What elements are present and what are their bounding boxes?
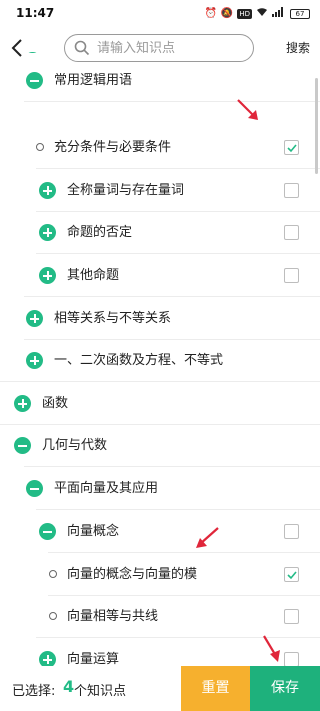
signal-icon <box>272 7 286 21</box>
scrollbar[interactable] <box>315 78 318 174</box>
divider <box>48 552 320 553</box>
divider <box>24 466 320 467</box>
expand-icon[interactable] <box>39 267 56 284</box>
tree-row[interactable]: 一、二次函数及方程、不等式 <box>0 340 320 382</box>
tree-row[interactable]: 常用逻辑用语 <box>0 60 320 102</box>
tree-row[interactable]: 全称量词与存在量词 <box>0 170 320 212</box>
annotation-arrow-icon <box>237 99 258 120</box>
tree-row[interactable]: 函数 <box>0 383 320 425</box>
checkbox[interactable] <box>284 268 299 283</box>
tree-row[interactable]: 向量概念 <box>0 511 320 553</box>
checkbox-checked[interactable] <box>284 567 299 582</box>
divider <box>24 101 320 102</box>
tree-item-label: 充分条件与必要条件 <box>54 140 172 155</box>
collapse-icon <box>24 52 41 53</box>
annotation-arrow-icon <box>263 635 280 662</box>
expand-icon[interactable] <box>39 182 56 199</box>
status-icons: ⏰ 🔕 HD 67 <box>204 7 310 21</box>
hd-badge: HD <box>237 9 252 19</box>
wifi-icon <box>256 7 268 21</box>
expand-icon[interactable] <box>26 352 43 369</box>
divider <box>36 168 320 169</box>
collapse-icon[interactable] <box>14 437 31 454</box>
tree-item-label: 全称量词与存在量词 <box>67 183 185 198</box>
expand-icon[interactable] <box>14 395 31 412</box>
collapse-icon[interactable] <box>26 72 43 89</box>
bottom-bar: 已选择: 4 个知识点 重置 保存 <box>0 666 320 711</box>
tree-item-label: 向量相等与共线 <box>67 609 159 624</box>
tree-row[interactable]: 向量的概念与向量的模 <box>0 554 320 596</box>
selected-count: 4 <box>63 677 75 696</box>
tree-item-label: 平面向量及其应用 <box>54 481 159 496</box>
leaf-dot-icon <box>49 570 57 578</box>
tree-item-label: 其他命题 <box>67 268 120 283</box>
mute-icon: 🔕 <box>220 8 234 19</box>
battery-icon: 67 <box>290 9 310 19</box>
tree-row[interactable]: 几何与代数 <box>0 425 320 467</box>
tree-item-label: 相等关系与不等关系 <box>54 311 172 326</box>
tree-item-label: 几何与代数 <box>42 438 108 453</box>
divider <box>36 253 320 254</box>
status-bar: 11:47 ⏰ 🔕 HD 67 <box>0 0 320 28</box>
selected-suffix: 个知识点 <box>74 684 127 699</box>
checkbox-checked[interactable] <box>284 140 299 155</box>
knowledge-tree: 不等 常用逻辑用语 充分条件与必要条件 全称量词与存在量词 命题的否定 其他命题 <box>0 52 320 666</box>
collapse-icon[interactable] <box>26 480 43 497</box>
tree-row[interactable]: 相等关系与不等关系 <box>0 298 320 340</box>
save-button[interactable]: 保存 <box>250 666 320 711</box>
leaf-dot-icon <box>49 612 57 620</box>
checkbox[interactable] <box>284 524 299 539</box>
tree-item-label: 常用逻辑用语 <box>54 73 133 88</box>
status-time: 11:47 <box>16 6 55 20</box>
expand-icon[interactable] <box>39 651 56 666</box>
tree-row-partial[interactable]: 不等 <box>0 52 320 58</box>
leaf-dot-icon <box>36 143 44 151</box>
tree-item-label: 向量运算 <box>67 652 120 666</box>
checkbox[interactable] <box>284 225 299 240</box>
annotation-arrow-icon <box>196 527 219 548</box>
tree-row[interactable]: 平面向量及其应用 <box>0 468 320 510</box>
tree-item-label: 向量的概念与向量的模 <box>67 567 198 582</box>
checkbox[interactable] <box>284 609 299 624</box>
reset-button[interactable]: 重置 <box>181 666 250 711</box>
check-icon <box>287 571 297 580</box>
tree-row[interactable]: 命题的否定 <box>0 212 320 254</box>
tree-item-label: 向量概念 <box>67 524 120 539</box>
selected-label: 已选择: <box>12 684 56 699</box>
checkbox[interactable] <box>284 183 299 198</box>
expand-icon[interactable] <box>26 310 43 327</box>
tree-item-label: 函数 <box>42 396 69 411</box>
divider <box>24 296 320 297</box>
tree-row[interactable]: 其他命题 <box>0 255 320 297</box>
tree-item-label: 命题的否定 <box>67 225 133 240</box>
divider <box>0 381 320 382</box>
check-icon <box>287 144 297 153</box>
tree-item-label: 一、二次函数及方程、不等式 <box>54 353 224 368</box>
divider <box>36 509 320 510</box>
tree-row[interactable]: 充分条件与必要条件 <box>0 127 320 169</box>
alarm-icon: ⏰ <box>204 8 217 19</box>
collapse-icon[interactable] <box>39 523 56 540</box>
expand-icon[interactable] <box>39 224 56 241</box>
